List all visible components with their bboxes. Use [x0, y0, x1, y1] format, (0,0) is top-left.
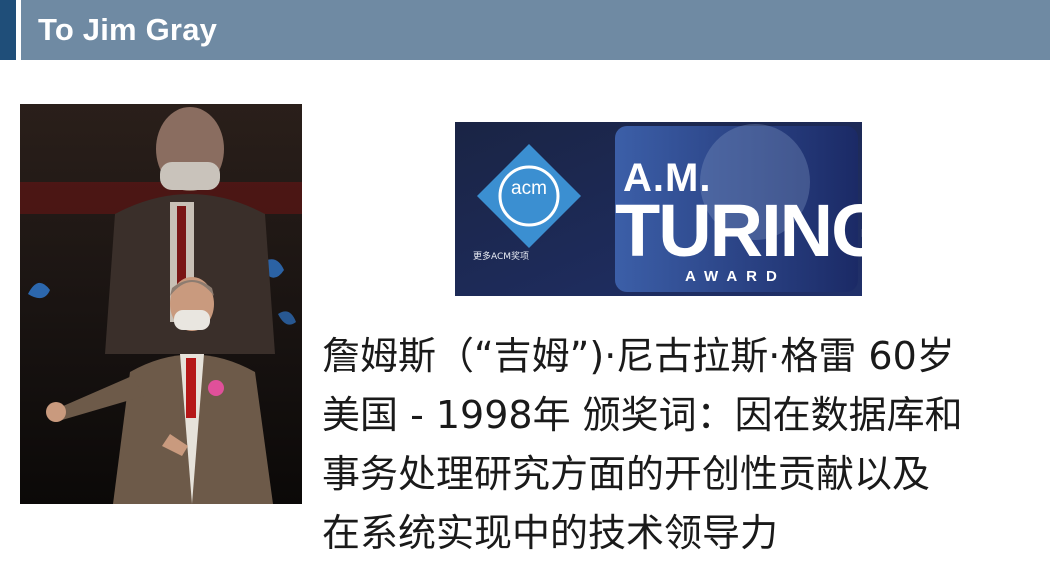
- caption-line: 事务处理研究方面的开创性贡献以及: [322, 452, 931, 496]
- jim-gray-photo: [20, 104, 302, 504]
- header-divider: [16, 0, 21, 60]
- award-label-text: AWARD: [685, 268, 786, 285]
- caption-line: 美国 - 1998年 颁奖词：因在数据库和: [322, 393, 963, 437]
- acm-logo-icon: acm: [511, 178, 547, 199]
- header-accent: [0, 0, 16, 60]
- caption-line: 詹姆斯（“吉姆”)·尼古拉斯·格雷 60岁: [322, 334, 955, 378]
- portrait-photo-icon: [20, 104, 302, 504]
- award-turing-text: TURING: [615, 189, 862, 272]
- award-caption: 詹姆斯（“吉姆”)·尼古拉斯·格雷 60岁 美国 - 1998年 颁奖词：因在数…: [322, 327, 1042, 563]
- more-acm-awards-link[interactable]: 更多ACM奖项: [473, 249, 529, 262]
- caption-line: 在系统实现中的技术领导力: [322, 511, 779, 555]
- page-title: To Jim Gray: [38, 12, 218, 47]
- turing-award-image: acm 更多ACM奖项 A.M. TURING AWARD: [455, 122, 862, 296]
